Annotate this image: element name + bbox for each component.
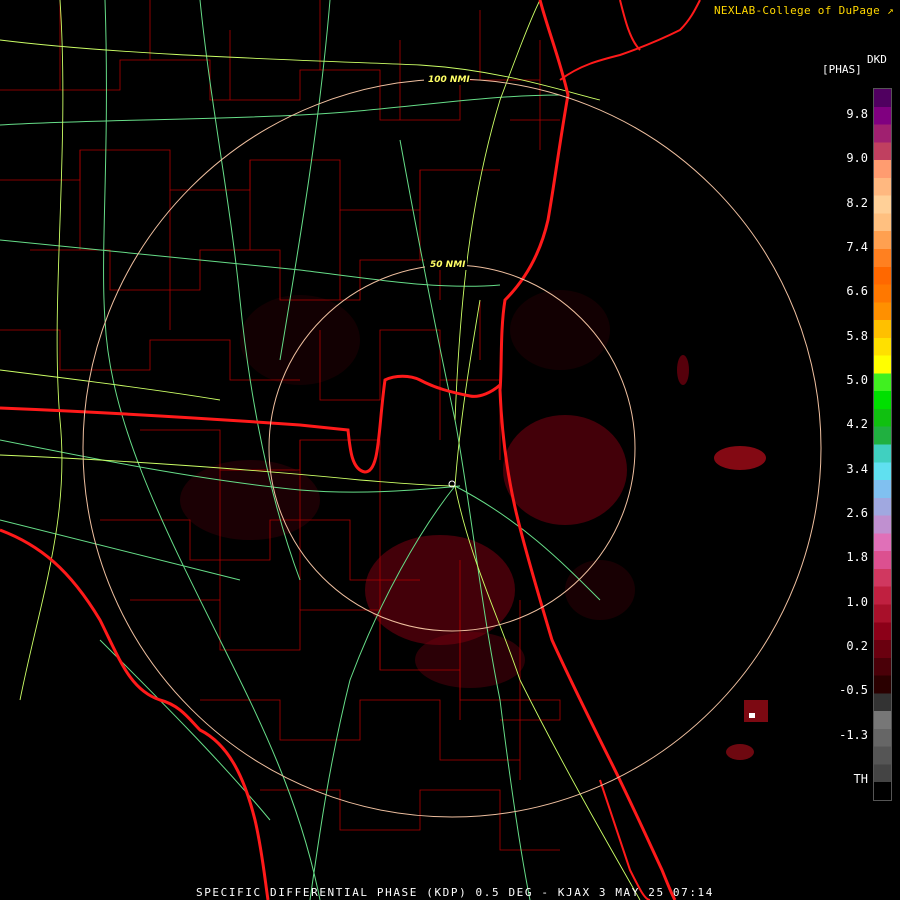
map-background: [0, 0, 900, 900]
credit-link[interactable]: NEXLAB-College of DuPage ↗: [714, 4, 894, 17]
color-scale-tick: 9.0: [846, 151, 868, 166]
color-scale-tick: 3.4: [846, 461, 868, 476]
color-scale-tick: 9.8: [846, 107, 868, 121]
color-scale-tick: TH: [853, 772, 868, 786]
color-scale-tick: 5.8: [846, 328, 868, 343]
color-scale-tick: 5.0: [846, 373, 868, 387]
color-scale-tick: 0.2: [846, 639, 868, 653]
color-scale-tick: 6.6: [846, 284, 868, 299]
legend-units: [PHAS]: [822, 63, 862, 76]
color-scale-tick: 2.6: [846, 506, 868, 520]
color-scale-tick: 4.2: [846, 417, 868, 432]
color-scale-tick: 8.2: [846, 195, 868, 210]
range-ring-label-100: 100 NMI: [428, 75, 470, 85]
credit-label: NEXLAB-College of DuPage: [713, 4, 881, 17]
color-scale-tick: 1.8: [846, 550, 868, 565]
color-scale-tick: 1.0: [846, 594, 868, 609]
color-scale-tick: -0.5: [839, 683, 868, 698]
color-scale-tick: 7.4: [846, 240, 868, 254]
product-title: SPECIFIC DIFFERENTIAL PHASE (KDP) 0.5 DE…: [195, 886, 715, 899]
legend-product-code: DKD: [867, 53, 887, 66]
color-scale-tick: -1.3: [839, 727, 868, 742]
range-ring-label-50: 50 NMI: [430, 260, 466, 270]
external-link-icon: ↗: [887, 4, 894, 17]
color-scale-bar: [873, 88, 892, 801]
radar-map: 50 NMI 100 NMI: [0, 0, 900, 900]
